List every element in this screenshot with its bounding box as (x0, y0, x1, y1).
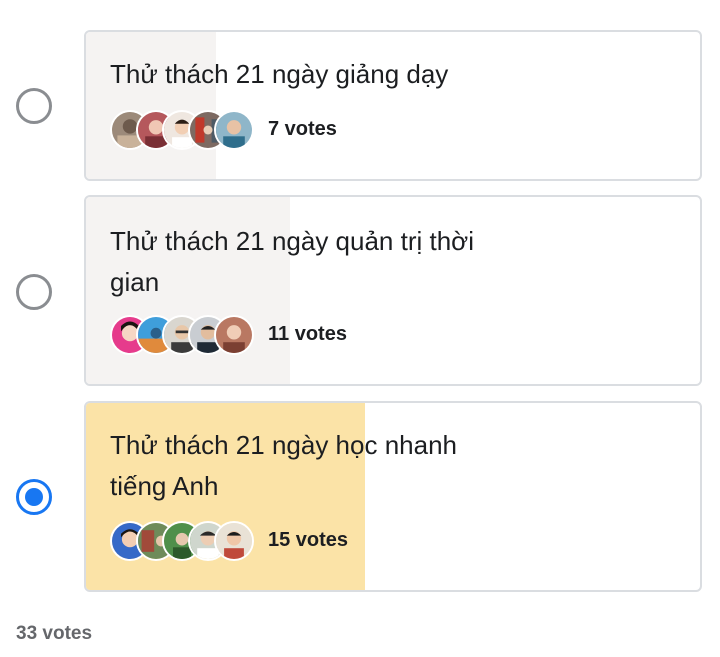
voter-avatars[interactable]: 7 votes (110, 110, 510, 152)
poll-option-card-1[interactable]: Thử thách 21 ngày giảng dạy 7 votes (84, 30, 702, 181)
vote-count[interactable]: 15 votes (268, 529, 348, 552)
vote-count[interactable]: 7 votes (268, 118, 337, 141)
poll-option-card-2[interactable]: Thử thách 21 ngày quản trị thời gian 11 (84, 195, 702, 386)
voter-avatar[interactable] (214, 110, 254, 150)
option-label: Thử thách 21 ngày quản trị thời gian (110, 226, 474, 297)
voter-avatar[interactable] (214, 521, 254, 561)
voter-avatars[interactable]: 11 votes (110, 315, 510, 357)
radio-button-option-2[interactable] (16, 274, 52, 310)
radio-button-option-1[interactable] (16, 88, 52, 124)
total-votes[interactable]: 33 votes (16, 623, 92, 645)
voter-avatar[interactable] (214, 315, 254, 355)
option-label: Thử thách 21 ngày học nhanh tiếng Anh (110, 430, 457, 501)
radio-selected-dot (25, 488, 43, 506)
voter-avatars[interactable]: 15 votes (110, 521, 510, 563)
vote-count[interactable]: 11 votes (268, 323, 347, 346)
poll-option-card-3[interactable]: Thử thách 21 ngày học nhanh tiếng Anh 15 (84, 401, 702, 592)
option-label: Thử thách 21 ngày giảng dạy (110, 59, 449, 89)
radio-button-option-3[interactable] (16, 479, 52, 515)
poll: Thử thách 21 ngày giảng dạy 7 votes Thử … (0, 0, 720, 657)
